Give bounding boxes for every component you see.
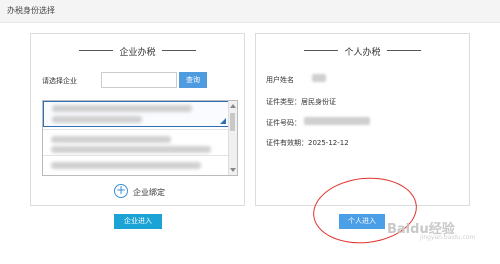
enterprise-enter-button[interactable]: 企业进入 xyxy=(114,214,162,229)
arrow-up-icon[interactable] xyxy=(230,104,236,108)
cert-type: 证件类型：居民身份证 xyxy=(266,98,336,106)
list-scrollbar[interactable] xyxy=(228,101,237,175)
redacted-text xyxy=(51,136,171,143)
bind-enterprise-link[interactable]: 企业绑定 xyxy=(133,187,165,198)
arrow-down-icon[interactable] xyxy=(230,168,236,172)
enterprise-list[interactable] xyxy=(42,100,238,176)
search-button[interactable]: 查询 xyxy=(179,72,207,88)
title-divider-right xyxy=(162,50,196,51)
title-divider-left xyxy=(304,50,338,51)
cert-validity: 证件有效期：2025-12-12 xyxy=(266,139,349,147)
enterprise-panel: 企业办税 请选择企业 查询 + 企业绑定 xyxy=(30,33,245,206)
title-divider-left xyxy=(79,50,113,51)
title-divider-right xyxy=(387,50,421,51)
redacted-text xyxy=(52,116,142,123)
user-name-label: 用户姓名 xyxy=(266,76,294,84)
enterprise-search-input[interactable] xyxy=(101,72,177,88)
scrollbar-thumb[interactable] xyxy=(230,113,235,131)
redacted-user-name xyxy=(312,74,326,82)
enterprise-panel-title-wrap: 企业办税 xyxy=(31,45,244,58)
redacted-text xyxy=(51,146,211,153)
personal-panel-title-wrap: 个人办税 xyxy=(256,45,469,58)
page-header: 办税身份选择 xyxy=(0,0,500,23)
enterprise-list-item[interactable] xyxy=(43,101,229,127)
selected-corner-icon xyxy=(220,118,226,124)
redacted-text xyxy=(52,105,192,112)
personal-panel-title: 个人办税 xyxy=(344,48,381,58)
enterprise-list-item[interactable] xyxy=(43,155,229,175)
enterprise-panel-title: 企业办税 xyxy=(119,48,156,58)
watermark-url: jingyan.baidu.com xyxy=(420,234,476,241)
redacted-text xyxy=(51,162,201,169)
enterprise-list-item[interactable] xyxy=(43,129,229,155)
select-enterprise-label: 请选择企业 xyxy=(42,77,77,85)
page-title: 办税身份选择 xyxy=(7,6,55,15)
plus-circle-icon[interactable]: + xyxy=(114,184,128,198)
cert-number-label: 证件号码： xyxy=(266,119,301,127)
redacted-cert-number xyxy=(304,117,370,125)
